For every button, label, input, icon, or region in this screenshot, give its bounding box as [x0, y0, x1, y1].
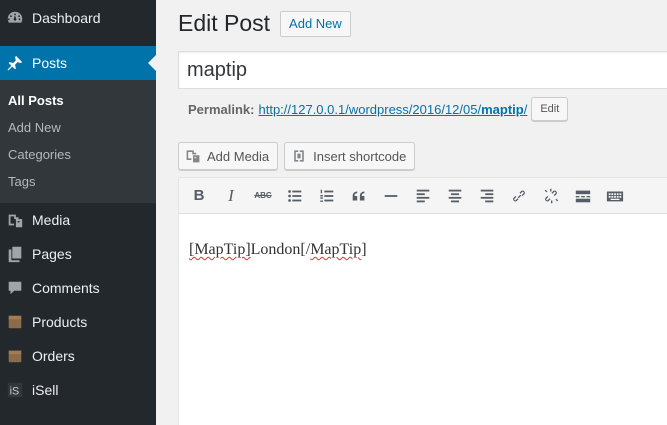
- post-editor: B I ABC [MapTip]London[/MapTip]: [178, 177, 667, 425]
- media-buttons: Add Media Insert shortcode: [178, 142, 421, 170]
- page-title: Edit Post: [178, 10, 271, 36]
- permalink-row: Permalink: http://127.0.0.1/wordpress/20…: [188, 97, 569, 121]
- read-more-button[interactable]: [567, 181, 599, 211]
- blockquote-button[interactable]: [343, 181, 375, 211]
- menu-pages[interactable]: Pages: [0, 237, 156, 271]
- bold-button[interactable]: B: [183, 181, 215, 211]
- add-media-icon: [184, 147, 202, 165]
- svg-text:iS: iS: [10, 386, 20, 398]
- bullet-list-button[interactable]: [279, 181, 311, 211]
- italic-icon: I: [228, 185, 234, 205]
- menu-label: Products: [32, 314, 88, 330]
- shortcode-open-tag: [MapTip]: [189, 241, 251, 258]
- numbered-list-icon: [320, 189, 334, 202]
- italic-button[interactable]: I: [215, 181, 247, 211]
- bullet-list-icon: [288, 189, 302, 202]
- shortcode-body: London: [250, 241, 301, 258]
- shortcode-close-tag: MapTip: [310, 241, 362, 258]
- menu-comments[interactable]: Comments: [0, 271, 156, 305]
- shortcode-close-prefix: [/: [300, 241, 311, 258]
- permalink-link[interactable]: http://127.0.0.1/wordpress/2016/12/05/ma…: [258, 102, 527, 117]
- edit-permalink-button[interactable]: Edit: [531, 97, 569, 121]
- align-left-button[interactable]: [407, 181, 439, 211]
- admin-sidebar: Dashboard Posts All Posts Add New Catego…: [0, 0, 156, 425]
- blockquote-icon: [352, 191, 365, 200]
- title-row: Edit Post Add New: [178, 10, 351, 37]
- pushpin-icon: [5, 53, 25, 73]
- permalink-base: http://127.0.0.1/wordpress/2016/12/05/: [258, 101, 482, 117]
- submenu-tags[interactable]: Tags: [0, 168, 156, 195]
- media-icon: [5, 210, 25, 230]
- strikethrough-icon: ABC: [254, 191, 272, 200]
- insert-shortcode-button[interactable]: Insert shortcode: [284, 142, 416, 170]
- permalink-label: Permalink:: [188, 101, 255, 117]
- menu-label: Comments: [32, 280, 100, 296]
- horizontal-rule-icon: [384, 194, 398, 197]
- permalink-slug: maptip: [481, 101, 524, 117]
- menu-label: Posts: [32, 55, 68, 71]
- insert-link-button[interactable]: [503, 181, 535, 211]
- submenu-add-new[interactable]: Add New: [0, 114, 156, 141]
- strikethrough-button[interactable]: ABC: [247, 181, 279, 211]
- comments-icon: [5, 278, 25, 298]
- products-icon: [5, 312, 25, 332]
- submenu-categories[interactable]: Categories: [0, 141, 156, 168]
- numbered-list-button[interactable]: [311, 181, 343, 211]
- horizontal-rule-button[interactable]: [375, 181, 407, 211]
- align-center-button[interactable]: [439, 181, 471, 211]
- menu-isell[interactable]: iS iSell: [0, 373, 156, 407]
- editor-toolbar: B I ABC: [179, 178, 667, 214]
- posts-submenu: All Posts Add New Categories Tags: [0, 80, 156, 203]
- unlink-icon: [544, 188, 559, 203]
- menu-label: Orders: [32, 348, 75, 364]
- menu-media[interactable]: Media: [0, 203, 156, 237]
- align-right-icon: [480, 189, 494, 202]
- read-more-icon: [575, 190, 591, 202]
- isell-icon: iS: [5, 380, 25, 400]
- dashboard-icon: [5, 8, 25, 28]
- shortcode-icon: [290, 147, 308, 165]
- menu-orders[interactable]: Orders: [0, 339, 156, 373]
- align-left-icon: [416, 189, 430, 202]
- remove-link-button[interactable]: [535, 181, 567, 211]
- bold-icon: B: [193, 187, 205, 204]
- menu-label: iSell: [32, 382, 59, 398]
- shortcode-close-suffix: ]: [361, 241, 367, 258]
- menu-label: Dashboard: [32, 10, 101, 26]
- menu-label: Media: [32, 212, 71, 228]
- align-center-icon: [448, 189, 462, 202]
- menu-posts[interactable]: Posts: [0, 46, 156, 80]
- align-right-button[interactable]: [471, 181, 503, 211]
- keyboard-icon: [606, 191, 624, 201]
- pages-icon: [5, 244, 25, 264]
- add-media-button[interactable]: Add Media: [178, 142, 279, 170]
- insert-shortcode-label: Insert shortcode: [313, 148, 407, 164]
- menu-products[interactable]: Products: [0, 305, 156, 339]
- submenu-all-posts[interactable]: All Posts: [0, 87, 156, 114]
- post-title-input[interactable]: maptip: [178, 51, 667, 89]
- toolbar-toggle-button[interactable]: [599, 181, 631, 211]
- main-content: Edit Post Add New maptip Permalink: http…: [156, 0, 667, 425]
- menu-label: Pages: [32, 246, 72, 262]
- link-icon: [513, 190, 525, 201]
- editor-content[interactable]: [MapTip]London[/MapTip]: [179, 214, 667, 286]
- orders-icon: [5, 346, 25, 366]
- add-new-button[interactable]: Add New: [280, 10, 351, 37]
- menu-dashboard[interactable]: Dashboard: [0, 1, 156, 35]
- permalink-tail: /: [523, 101, 528, 117]
- add-media-label: Add Media: [207, 148, 270, 164]
